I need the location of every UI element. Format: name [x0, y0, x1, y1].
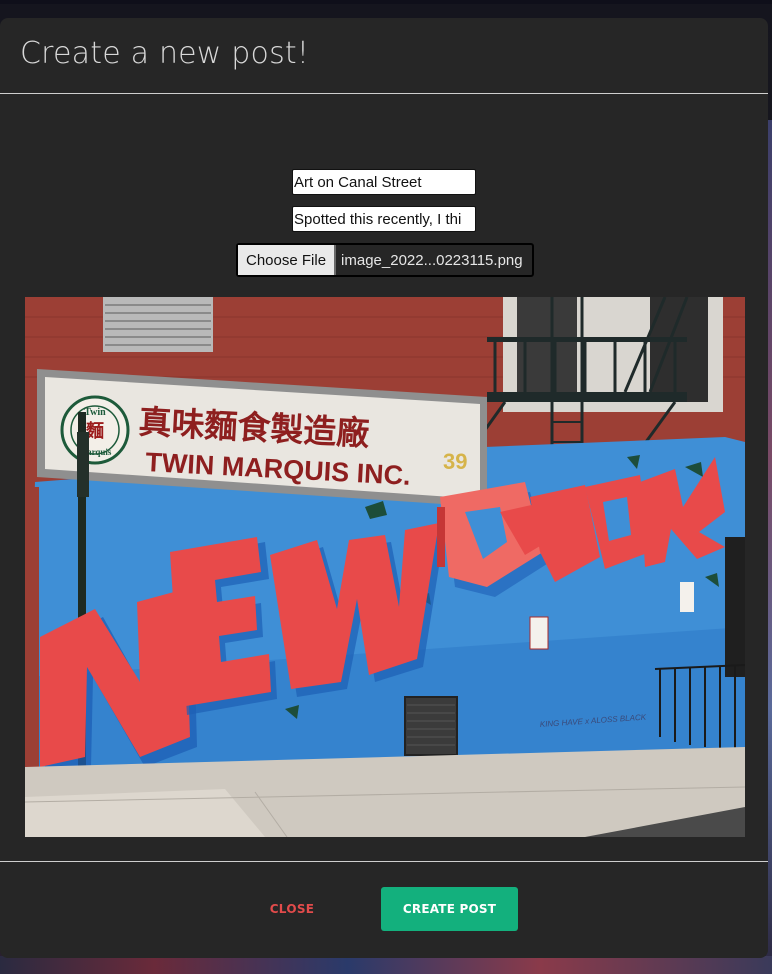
mural-photo: Twin 麵 Marquis 真味麵食製造廠 TWIN MARQUIS INC.… [25, 297, 745, 837]
selected-file-name: image_2022...0223115.png [341, 251, 523, 269]
top-bar [0, 0, 772, 4]
image-preview: Twin 麵 Marquis 真味麵食製造廠 TWIN MARQUIS INC.… [25, 297, 745, 837]
close-button[interactable]: CLOSE [252, 887, 332, 931]
image-file-picker[interactable]: Choose File image_2022...0223115.png [236, 243, 534, 277]
post-description-input[interactable] [292, 206, 476, 232]
wall-vent [404, 696, 458, 756]
background-feed-bottom [0, 956, 772, 974]
sign-number: 39 [443, 449, 467, 474]
modal-body: Choose File image_2022...0223115.png [0, 18, 768, 861]
no-parking-sign [680, 582, 694, 612]
post-no-bills-sticker [529, 616, 549, 650]
modal-footer: CLOSE CREATE POST [0, 861, 768, 958]
post-title-input[interactable] [292, 169, 476, 195]
choose-file-button[interactable]: Choose File [238, 245, 337, 275]
logo-text-top: Twin [84, 407, 106, 418]
create-post-button[interactable]: CREATE POST [381, 887, 518, 931]
create-post-modal: Create a new post! Choose File image_202… [0, 18, 768, 958]
